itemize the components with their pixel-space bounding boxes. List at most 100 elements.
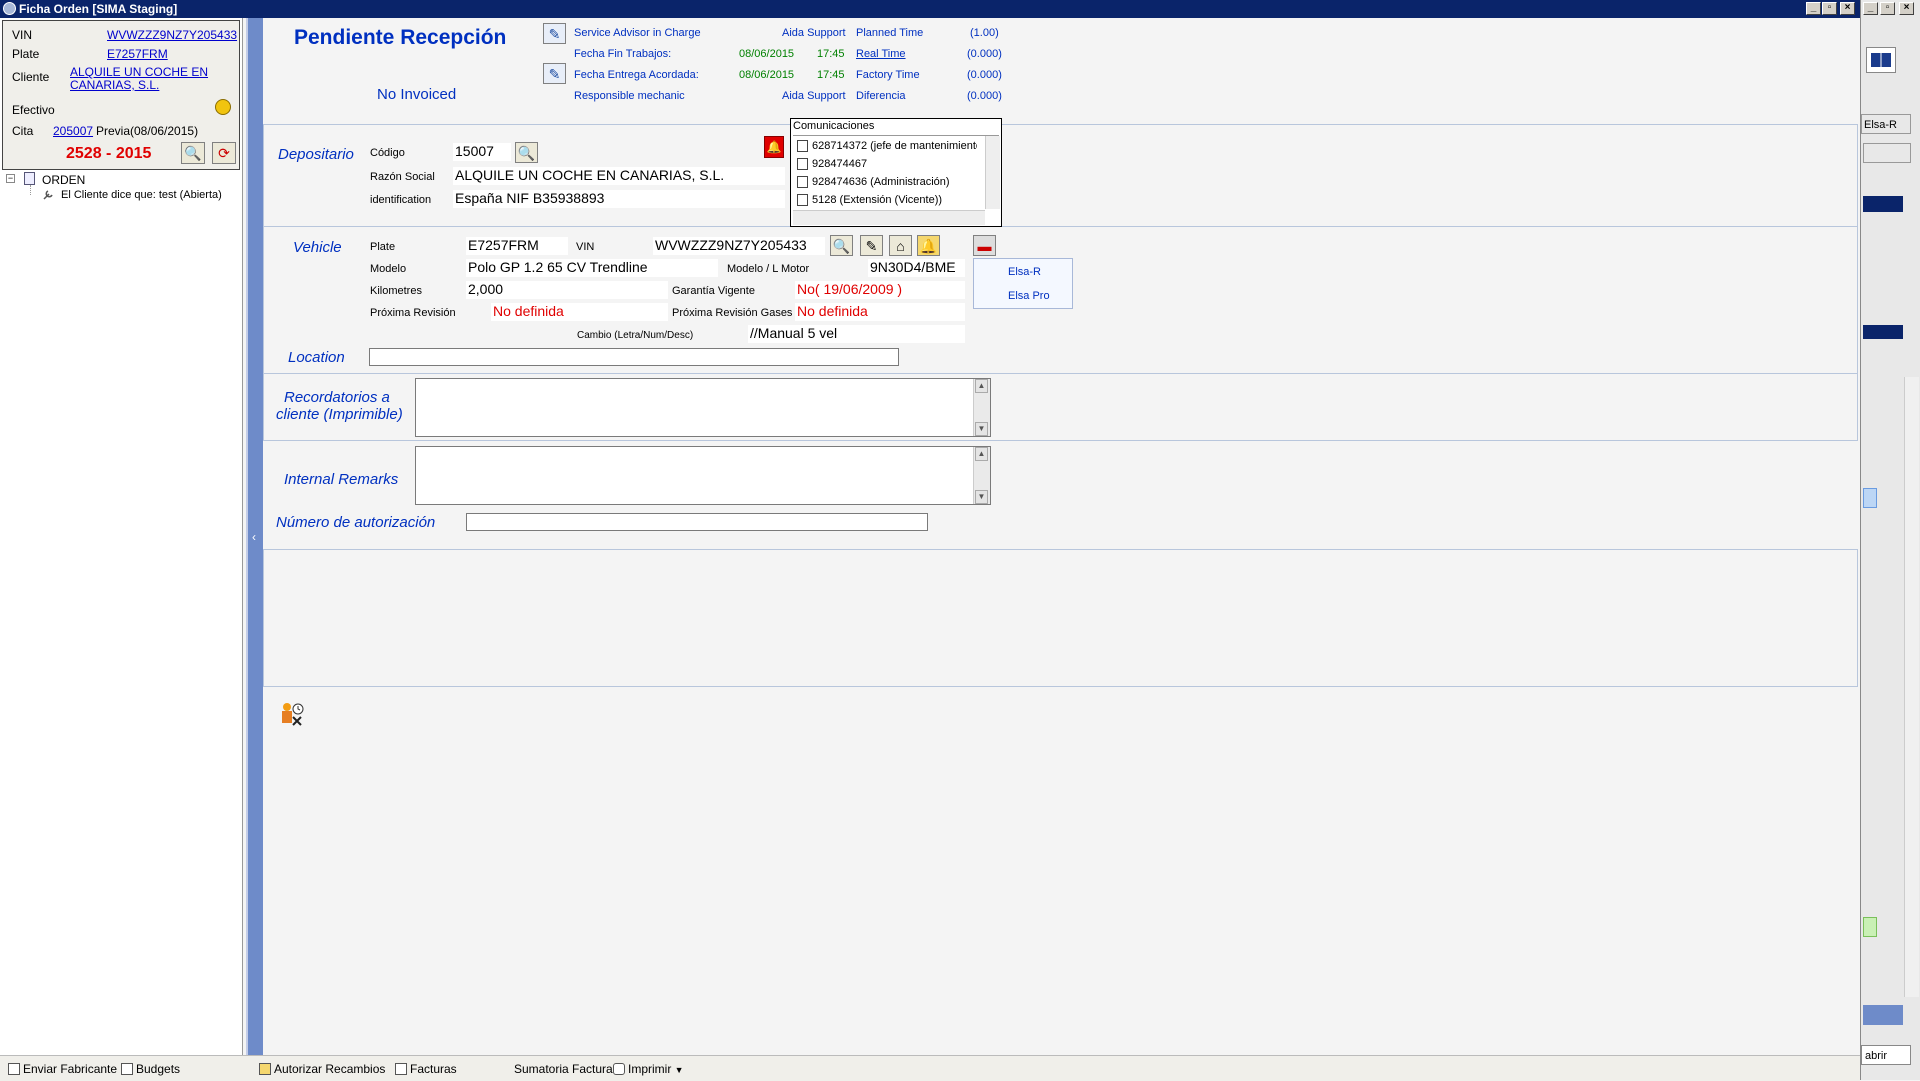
imprimir-label: Imprimir	[628, 1062, 672, 1076]
comunicacion-item[interactable]: 928474467	[797, 158, 977, 171]
bg-blue-tab[interactable]	[1863, 488, 1877, 508]
scroll-down-icon[interactable]: ▼	[975, 422, 988, 436]
vin-link[interactable]: WVWZZZ9NZ7Y205433	[107, 28, 237, 42]
garantia-value[interactable]: No( 19/06/2009 )	[795, 281, 965, 299]
car-icon: ▬	[977, 238, 992, 254]
cliente-link-line1[interactable]: ALQUILE UN COCHE EN	[70, 65, 208, 79]
minimize-button[interactable]: _	[1806, 2, 1821, 15]
facturas-button[interactable]: Facturas	[395, 1062, 457, 1076]
comunicaciones-hscroll[interactable]	[793, 210, 985, 225]
printer-icon	[613, 1063, 625, 1075]
search-order-button[interactable]: 🔍	[181, 142, 205, 164]
bg-abrir-button[interactable]: abrir	[1861, 1045, 1911, 1065]
collapse-arrow-icon[interactable]: ‹	[252, 530, 256, 544]
identification-value[interactable]: España NIF B35938893	[453, 190, 785, 208]
search-depositario-button[interactable]: 🔍	[515, 142, 538, 163]
sumatoria-factura-button[interactable]: Sumatoria Factura	[514, 1062, 613, 1076]
vehicle-alert-button[interactable]: 🔔	[917, 235, 940, 256]
mechanic-clock-icon[interactable]	[279, 701, 305, 727]
comunicaciones-vscroll[interactable]	[985, 136, 1000, 209]
internal-remarks-textarea[interactable]: ▲ ▼	[415, 446, 991, 505]
book-icon[interactable]	[1866, 47, 1896, 73]
proxima-revision-value[interactable]: No definida	[491, 303, 668, 321]
autorizacion-input[interactable]	[466, 513, 928, 531]
autorizar-recambios-button[interactable]: Autorizar Recambios	[259, 1062, 385, 1076]
comunicacion-item[interactable]: 928474636 (Administración)	[797, 176, 977, 189]
recordatorios-label-line1: Recordatorios a	[284, 389, 390, 406]
edit-vehicle-button[interactable]: ✎	[860, 235, 883, 256]
revision-gases-value[interactable]: No definida	[795, 303, 965, 321]
modelo-value[interactable]: Polo GP 1.2 65 CV Trendline	[466, 259, 718, 277]
recordatorios-scrollbar[interactable]: ▲ ▼	[973, 379, 990, 436]
coins-icon	[215, 99, 231, 115]
bg-selection-bar	[1863, 196, 1903, 212]
bg-empty-button[interactable]	[1863, 143, 1911, 163]
real-time-link[interactable]: Real Time	[856, 48, 906, 60]
codigo-value[interactable]: 15007	[453, 143, 511, 161]
recordatorios-label-line2: cliente (Imprimible)	[276, 406, 403, 423]
identification-label: identification	[370, 194, 432, 206]
cambio-value[interactable]: //Manual 5 vel	[748, 325, 965, 343]
search-vehicle-button[interactable]: 🔍	[830, 235, 853, 256]
vehicle-plate-label: Plate	[370, 241, 396, 253]
restore-button[interactable]: ▫	[1822, 2, 1837, 15]
comunicacion-item[interactable]: 5128 (Extensión (Vicente))	[797, 194, 977, 207]
scroll-down-icon[interactable]: ▼	[975, 490, 988, 504]
bg-minimize-button[interactable]: _	[1863, 2, 1878, 15]
tree-collapse-toggle[interactable]: −	[6, 174, 15, 183]
calendar-edit-icon: ✎	[548, 66, 561, 82]
responsible-mechanic-label: Responsible mechanic	[574, 90, 685, 102]
fecha-fin-time: 17:45	[817, 48, 845, 60]
vehicle-plate-value[interactable]: E7257FRM	[466, 237, 568, 255]
razon-social-value[interactable]: ALQUILE UN COCHE EN CANARIAS, S.L.	[453, 167, 785, 185]
razon-social-label: Razón Social	[370, 171, 435, 183]
autorizar-recambios-label: Autorizar Recambios	[274, 1062, 386, 1076]
app-icon	[3, 2, 16, 15]
bg-close-button[interactable]: ×	[1899, 2, 1914, 15]
bg-restore-button[interactable]: ▫	[1880, 2, 1895, 15]
elsa-r-option[interactable]: Elsa-R	[1008, 266, 1041, 278]
send-icon	[8, 1063, 20, 1075]
alert-bell-button[interactable]: 🔔	[764, 136, 784, 158]
panel-splitter[interactable]: ‹	[246, 18, 263, 1056]
refresh-icon: ⟳	[218, 145, 230, 161]
bg-elsa-r-button[interactable]: Elsa-R	[1861, 114, 1911, 134]
tree-item-complaint[interactable]: El Cliente dice que: test (Abierta)	[61, 189, 222, 201]
comunicacion-item[interactable]: 628714372 (jefe de mantenimiento)	[797, 140, 977, 153]
bg-green-tab[interactable]	[1863, 917, 1877, 937]
scroll-up-icon[interactable]: ▲	[975, 379, 988, 393]
internal-remarks-scrollbar[interactable]: ▲ ▼	[973, 447, 990, 504]
invoice-status: No Invoiced	[377, 86, 457, 103]
service-advisor-label: Service Advisor in Charge	[574, 27, 701, 39]
location-input[interactable]	[369, 348, 899, 366]
tree-root-orden[interactable]: ORDEN	[42, 173, 85, 187]
real-time-value: (0.000)	[967, 48, 1002, 60]
depositario-title: Depositario	[278, 146, 354, 163]
edit-delivery-button[interactable]: ✎	[543, 63, 566, 84]
cita-link[interactable]: 205007	[53, 124, 93, 138]
recordatorios-textarea[interactable]: ▲ ▼	[415, 378, 991, 437]
close-button[interactable]: ×	[1840, 2, 1855, 15]
budgets-button[interactable]: Budgets	[121, 1062, 180, 1076]
window-titlebar: Ficha Orden [SIMA Staging] _ ▫ ×	[0, 0, 1860, 18]
wrench-icon	[42, 189, 54, 201]
history-vehicle-button[interactable]: ⌂	[889, 235, 912, 256]
elsa-pro-option[interactable]: Elsa Pro	[1008, 290, 1050, 302]
elsa-menu-button[interactable]: ▬	[973, 235, 996, 256]
assign-advisor-button[interactable]: ✎	[543, 23, 566, 44]
invoice-icon	[395, 1063, 407, 1075]
plate-link[interactable]: E7257FRM	[107, 47, 168, 61]
cliente-link-line2[interactable]: CANARIAS, S.L.	[70, 78, 159, 92]
kilometres-value[interactable]: 2,000	[466, 281, 668, 299]
fecha-entrega-time: 17:45	[817, 69, 845, 81]
garantia-label: Garantía Vigente	[672, 285, 755, 297]
scroll-up-icon[interactable]: ▲	[975, 447, 988, 461]
bg-scrollbar[interactable]	[1904, 377, 1919, 997]
enviar-fabricante-button[interactable]: Enviar Fabricante	[8, 1062, 117, 1076]
bottom-toolbar: Enviar Fabricante Budgets Autorizar Reca…	[0, 1055, 1860, 1081]
empty-section	[263, 549, 1858, 687]
motor-value[interactable]: 9N30D4/BME	[868, 259, 965, 277]
refresh-order-button[interactable]: ⟳	[212, 142, 236, 164]
imprimir-button[interactable]: Imprimir ▼	[613, 1062, 684, 1076]
vehicle-vin-value[interactable]: WVWZZZ9NZ7Y205433	[653, 237, 825, 255]
